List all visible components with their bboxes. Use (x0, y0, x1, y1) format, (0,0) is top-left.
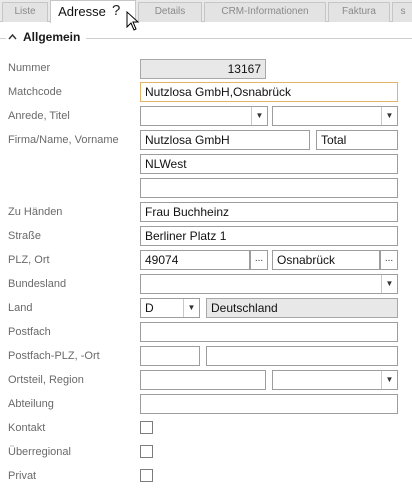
label-plz-ort: PLZ, Ort (8, 254, 50, 266)
chevron-down-icon[interactable]: ▼ (381, 275, 397, 293)
zu-haenden-input[interactable]: Frau Buchheinz (140, 202, 398, 222)
chevron-down-icon[interactable]: ▼ (183, 299, 199, 317)
postfach-plz-input[interactable] (140, 346, 200, 366)
postfach-ort-input[interactable] (206, 346, 398, 366)
tab-liste[interactable]: Liste (2, 2, 48, 22)
ueberregional-checkbox[interactable] (140, 445, 153, 458)
chevron-down-icon[interactable]: ▼ (381, 107, 397, 125)
help-icon: ? (112, 2, 121, 19)
tab-details[interactable]: Details (138, 2, 202, 22)
ort-input[interactable]: Osnabrück (272, 250, 380, 270)
postfach-input[interactable] (140, 322, 398, 342)
chevron-down-icon[interactable]: ▼ (251, 107, 267, 125)
matchcode-input[interactable]: Nutzlosa GmbH,Osnabrück (140, 82, 398, 102)
kontakt-checkbox[interactable] (140, 421, 153, 434)
land-code-value: D (145, 301, 154, 315)
plz-lookup-button[interactable]: ... (250, 250, 268, 270)
section-header-allgemein[interactable]: Allgemein (6, 30, 87, 44)
anrede-select[interactable]: ▼ (140, 106, 268, 126)
label-ueberregional: Überregional (8, 446, 71, 458)
label-bundesland: Bundesland (8, 278, 67, 290)
strasse-input[interactable]: Berliner Platz 1 (140, 226, 398, 246)
land-code-select[interactable]: D ▼ (140, 298, 200, 318)
abteilung-input[interactable] (140, 394, 398, 414)
label-land: Land (8, 302, 33, 314)
label-privat: Privat (8, 470, 37, 482)
tab-crm-informationen[interactable]: CRM-Informationen (204, 2, 326, 22)
privat-checkbox[interactable] (140, 469, 153, 482)
label-anrede-titel: Anrede, Titel (8, 110, 70, 122)
label-matchcode: Matchcode (8, 86, 62, 98)
label-strasse: Straße (8, 230, 42, 242)
plz-input[interactable]: 49074 (140, 250, 250, 270)
tab-bar: Liste Adresse Details CRM-Informationen … (0, 0, 412, 23)
mouse-cursor-icon (126, 11, 140, 31)
region-select[interactable]: ▼ (272, 370, 398, 390)
ort-lookup-button[interactable]: ... (380, 250, 398, 270)
label-postfach-plz-ort: Postfach-PLZ, -Ort (8, 350, 100, 362)
ortsteil-input[interactable] (140, 370, 266, 390)
tab-more[interactable]: s (392, 2, 412, 22)
bundesland-select[interactable]: ▼ (140, 274, 398, 294)
vorname-input[interactable]: Total (316, 130, 398, 150)
label-kontakt: Kontakt (8, 422, 46, 434)
label-firma-name: Firma/Name, Vorname (8, 134, 119, 146)
name2-input[interactable]: NLWest (140, 154, 398, 174)
label-nummer: Nummer (8, 62, 51, 74)
name3-input[interactable] (140, 178, 398, 198)
nummer-field: 13167 (140, 59, 266, 79)
collapse-icon[interactable] (8, 32, 17, 43)
label-abteilung: Abteilung (8, 398, 54, 410)
section-title: Allgemein (23, 30, 81, 44)
firma-name-input[interactable]: Nutzlosa GmbH (140, 130, 310, 150)
titel-select[interactable]: ▼ (272, 106, 398, 126)
label-postfach: Postfach (8, 326, 51, 338)
label-zu-haenden: Zu Händen (8, 206, 63, 218)
label-ortsteil-region: Ortsteil, Region (8, 374, 84, 386)
land-name-field: Deutschland (206, 298, 398, 318)
chevron-down-icon[interactable]: ▼ (381, 371, 397, 389)
tab-adresse[interactable]: Adresse (50, 0, 136, 23)
tab-faktura[interactable]: Faktura (328, 2, 390, 22)
